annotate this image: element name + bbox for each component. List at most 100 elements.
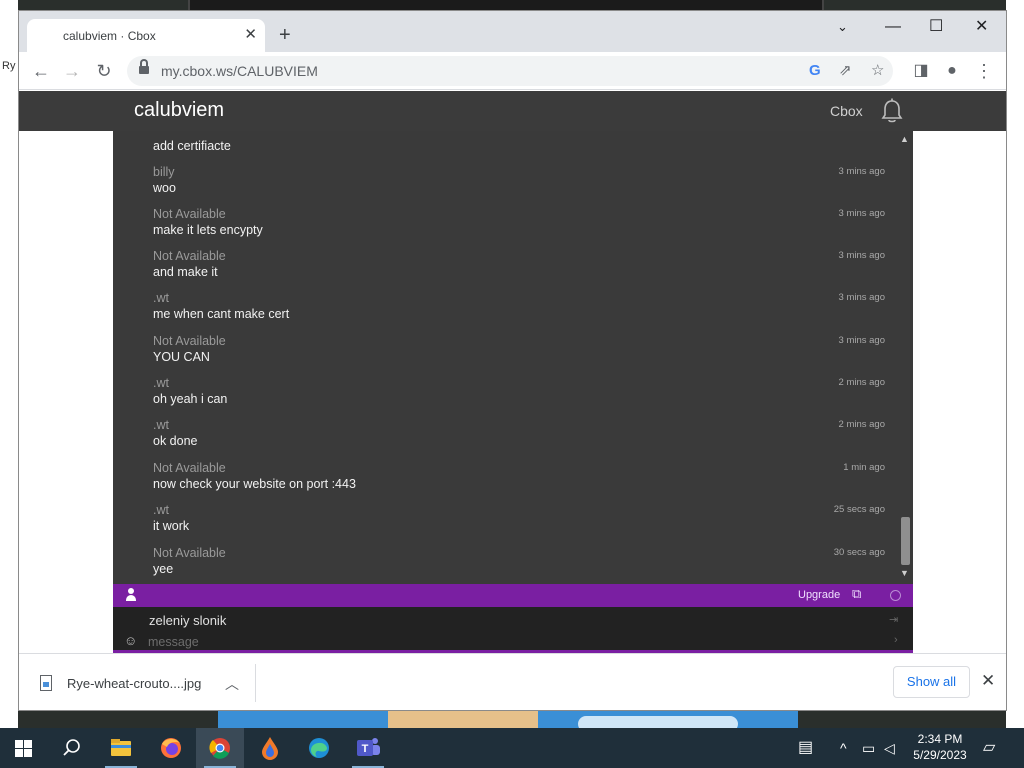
- message-text: ok done: [153, 434, 198, 448]
- network-icon[interactable]: ▭: [862, 739, 875, 757]
- message-time: 3 mins ago: [838, 335, 885, 346]
- menu-kebab-icon[interactable]: ⋮: [972, 59, 996, 83]
- minimize-icon[interactable]: —: [885, 17, 901, 37]
- message-text: woo: [153, 181, 176, 195]
- scroll-up-arrow-icon[interactable]: ▲: [900, 134, 909, 144]
- desktop-background-window: [188, 0, 824, 10]
- tab-close-icon[interactable]: ✕: [244, 26, 257, 44]
- notification-bell-icon[interactable]: [881, 98, 903, 124]
- search-icon[interactable]: [48, 728, 96, 768]
- chrome-icon[interactable]: [196, 728, 244, 768]
- back-icon[interactable]: ←: [29, 59, 53, 83]
- windows-start-icon[interactable]: [15, 740, 32, 757]
- message-author: billy: [153, 165, 175, 179]
- divider: [255, 664, 256, 702]
- smiley-icon[interactable]: ☺: [124, 634, 137, 648]
- chat-messages-panel[interactable]: add certifiacte billy woo 3 mins ago Not…: [113, 131, 913, 584]
- download-bar: Rye-wheat-crouto....jpg ︿ Show all ✕: [19, 653, 1006, 710]
- new-tab-icon[interactable]: +: [279, 25, 291, 45]
- chat-message: .wt it work 25 secs ago: [153, 503, 888, 545]
- message-time: 3 mins ago: [838, 250, 885, 261]
- paint-drop-app-icon[interactable]: [246, 728, 294, 768]
- side-panel-icon[interactable]: ◨: [909, 59, 933, 83]
- image-file-icon[interactable]: [40, 675, 52, 691]
- upgrade-link[interactable]: Upgrade: [798, 589, 840, 601]
- message-author: Not Available: [153, 207, 226, 221]
- window-close-icon[interactable]: ✕: [975, 17, 988, 37]
- system-clock[interactable]: 2:34 PM 5/29/2023: [906, 731, 974, 763]
- message-time: 30 secs ago: [833, 547, 885, 558]
- message-time: 2 mins ago: [838, 377, 885, 388]
- status-circle-icon[interactable]: [890, 590, 901, 601]
- download-filename[interactable]: Rye-wheat-crouto....jpg: [67, 676, 201, 691]
- address-bar[interactable]: my.cbox.ws/CALUBVIEM G ⇗ ☆: [127, 56, 893, 86]
- username-field[interactable]: zeleniy slonik: [149, 613, 226, 628]
- message-author: Not Available: [153, 249, 226, 263]
- chat-message: .wt ok done 2 mins ago: [153, 418, 888, 460]
- maximize-icon[interactable]: ☐: [929, 17, 943, 37]
- edge-icon[interactable]: [295, 728, 343, 768]
- chat-message: Not Available make it lets encypty 3 min…: [153, 207, 888, 249]
- desktop-left-strip: [0, 0, 18, 728]
- chat-scrollbar[interactable]: ▲ ▼: [897, 131, 913, 584]
- keyboard-layout-icon[interactable]: ▤: [798, 739, 813, 757]
- page-title: calubviem: [134, 99, 225, 121]
- user-icon[interactable]: [125, 588, 137, 602]
- message-text: add certifiacte: [153, 139, 231, 153]
- clock-time: 2:34 PM: [917, 732, 963, 746]
- message-time: 1 min ago: [843, 462, 885, 473]
- volume-muted-icon[interactable]: ◁: [884, 739, 895, 757]
- message-compose-area: zeleniy slonik ⇥ ☺ message ›: [113, 607, 913, 653]
- chat-message: billy woo 3 mins ago: [153, 165, 888, 207]
- message-text: yee: [153, 562, 174, 576]
- message-time: 3 mins ago: [838, 208, 885, 219]
- message-input[interactable]: message: [148, 635, 199, 649]
- message-author: Not Available: [153, 461, 226, 475]
- chevron-up-icon[interactable]: ︿: [225, 674, 239, 694]
- tab-title: calubviem · Cbox: [63, 29, 156, 43]
- message-author: .wt: [153, 503, 169, 517]
- download-bar-close-icon[interactable]: ✕: [981, 671, 995, 691]
- bookmark-star-icon[interactable]: ☆: [871, 61, 884, 81]
- scroll-down-arrow-icon[interactable]: ▼: [900, 568, 909, 578]
- profile-avatar-icon[interactable]: ●: [940, 59, 964, 83]
- clock-date: 5/29/2023: [913, 748, 967, 762]
- message-text: it work: [153, 519, 190, 533]
- send-arrow-icon[interactable]: ›: [894, 634, 898, 646]
- scrollbar-thumb[interactable]: [901, 517, 910, 565]
- tab-search-chevron-icon[interactable]: ⌄: [837, 17, 848, 37]
- external-link-icon[interactable]: ⧉: [852, 586, 861, 602]
- chevron-up-icon[interactable]: ^: [840, 739, 847, 757]
- browser-window: calubviem · Cbox ✕ + ⌄ — ☐ ✕ ← → ↻ my.cb…: [18, 10, 1007, 711]
- firefox-icon[interactable]: [147, 728, 195, 768]
- chat-message: .wt me when cant make cert 3 mins ago: [153, 291, 888, 333]
- tab-strip: calubviem · Cbox ✕ + ⌄ — ☐ ✕: [19, 11, 1006, 52]
- taskbar: T ▤ ^ ▭ ◁ 2:34 PM 5/29/2023 ▱: [0, 728, 1024, 768]
- message-author: .wt: [153, 376, 169, 390]
- browser-tab[interactable]: calubviem · Cbox ✕: [27, 19, 265, 52]
- forward-icon[interactable]: →: [60, 59, 84, 83]
- sign-in-icon[interactable]: ⇥: [889, 613, 898, 626]
- share-icon[interactable]: ⇗: [839, 61, 852, 81]
- chat-message: Not Available now check your website on …: [153, 461, 888, 503]
- svg-text:T: T: [362, 743, 369, 755]
- file-explorer-icon[interactable]: [97, 728, 145, 768]
- cbox-home-link[interactable]: Cbox: [830, 103, 863, 119]
- desktop-right-strip: [1006, 0, 1024, 728]
- message-text: oh yeah i can: [153, 392, 228, 406]
- cbox-header: calubviem Cbox: [19, 91, 1006, 131]
- chat-message: Not Available yee 30 secs ago: [153, 546, 888, 584]
- notification-center-icon[interactable]: ▱: [983, 739, 995, 757]
- show-all-button[interactable]: Show all: [893, 666, 970, 698]
- reload-icon[interactable]: ↻: [92, 59, 116, 83]
- chat-message: Not Available YOU CAN 3 mins ago: [153, 334, 888, 376]
- teams-icon[interactable]: T: [344, 728, 392, 768]
- message-author: Not Available: [153, 546, 226, 560]
- lock-icon[interactable]: [139, 59, 149, 76]
- url-text[interactable]: my.cbox.ws/CALUBVIEM: [161, 63, 318, 79]
- message-author: .wt: [153, 291, 169, 305]
- google-lens-icon[interactable]: G: [809, 61, 821, 81]
- message-time: 3 mins ago: [838, 292, 885, 303]
- cbox-page: calubviem Cbox add certifiacte billy woo…: [19, 91, 1006, 653]
- browser-toolbar: ← → ↻ my.cbox.ws/CALUBVIEM G ⇗ ☆ ◨ ● ⋮: [19, 52, 1006, 90]
